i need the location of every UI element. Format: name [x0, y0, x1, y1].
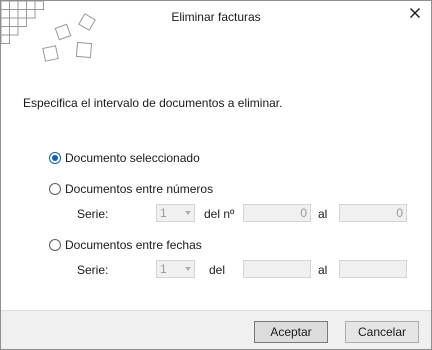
to-date-field[interactable]: [339, 260, 407, 278]
serie-label: Serie:: [77, 263, 109, 277]
cancel-button[interactable]: Cancelar: [345, 321, 419, 343]
dialog-title: Eliminar facturas: [171, 10, 261, 24]
accept-button[interactable]: Aceptar: [254, 321, 328, 343]
del-no-label: del nº: [204, 207, 235, 221]
radio-label: Documentos entre números: [65, 182, 214, 196]
dialog-window: Eliminar facturas Especifica el interval…: [0, 0, 432, 350]
from-date-field[interactable]: [243, 260, 311, 278]
from-number-value: 0: [300, 206, 307, 220]
decoration-tile: [75, 41, 93, 59]
decoration-tile: [26, 1, 36, 10]
to-number-value: 0: [396, 206, 403, 220]
decoration-tile: [17, 1, 27, 10]
decoration-tile: [9, 1, 19, 10]
serie-value: 1: [160, 206, 167, 220]
to-number-field[interactable]: 0: [339, 204, 407, 222]
chevron-down-icon: [185, 211, 191, 215]
radio-button-checked[interactable]: [49, 152, 61, 164]
del-label: del: [209, 263, 226, 277]
serie-label: Serie:: [77, 207, 109, 221]
from-number-field[interactable]: 0: [243, 204, 311, 222]
button-bar: Aceptar Cancelar: [1, 310, 431, 349]
radio-label: Documentos entre fechas: [65, 238, 202, 252]
instruction-text: Especifica el intervalo de documentos a …: [23, 96, 283, 110]
radio-button[interactable]: [49, 239, 61, 251]
chevron-down-icon: [185, 267, 191, 271]
radio-documento-seleccionado[interactable]: Documento seleccionado: [49, 151, 200, 165]
close-icon[interactable]: [407, 5, 423, 21]
decoration-tile: [42, 45, 59, 62]
serie-combo-fechas[interactable]: 1: [156, 260, 195, 278]
radio-documentos-entre-numeros[interactable]: Documentos entre números: [49, 182, 213, 196]
decoration-tile: [34, 1, 44, 10]
decoration-tile: [1, 1, 10, 10]
serie-value: 1: [160, 262, 167, 276]
decoration-tile: [54, 23, 72, 41]
radio-button[interactable]: [49, 183, 61, 195]
decoration-tile: [1, 34, 10, 44]
radio-documentos-entre-fechas[interactable]: Documentos entre fechas: [49, 238, 202, 252]
al-label: al: [318, 207, 328, 221]
serie-combo-numeros[interactable]: 1: [156, 204, 195, 222]
decoration-tile: [9, 26, 19, 36]
al-label: al: [318, 263, 328, 277]
decoration-tile: [1, 26, 10, 36]
radio-label: Documento seleccionado: [65, 151, 200, 165]
